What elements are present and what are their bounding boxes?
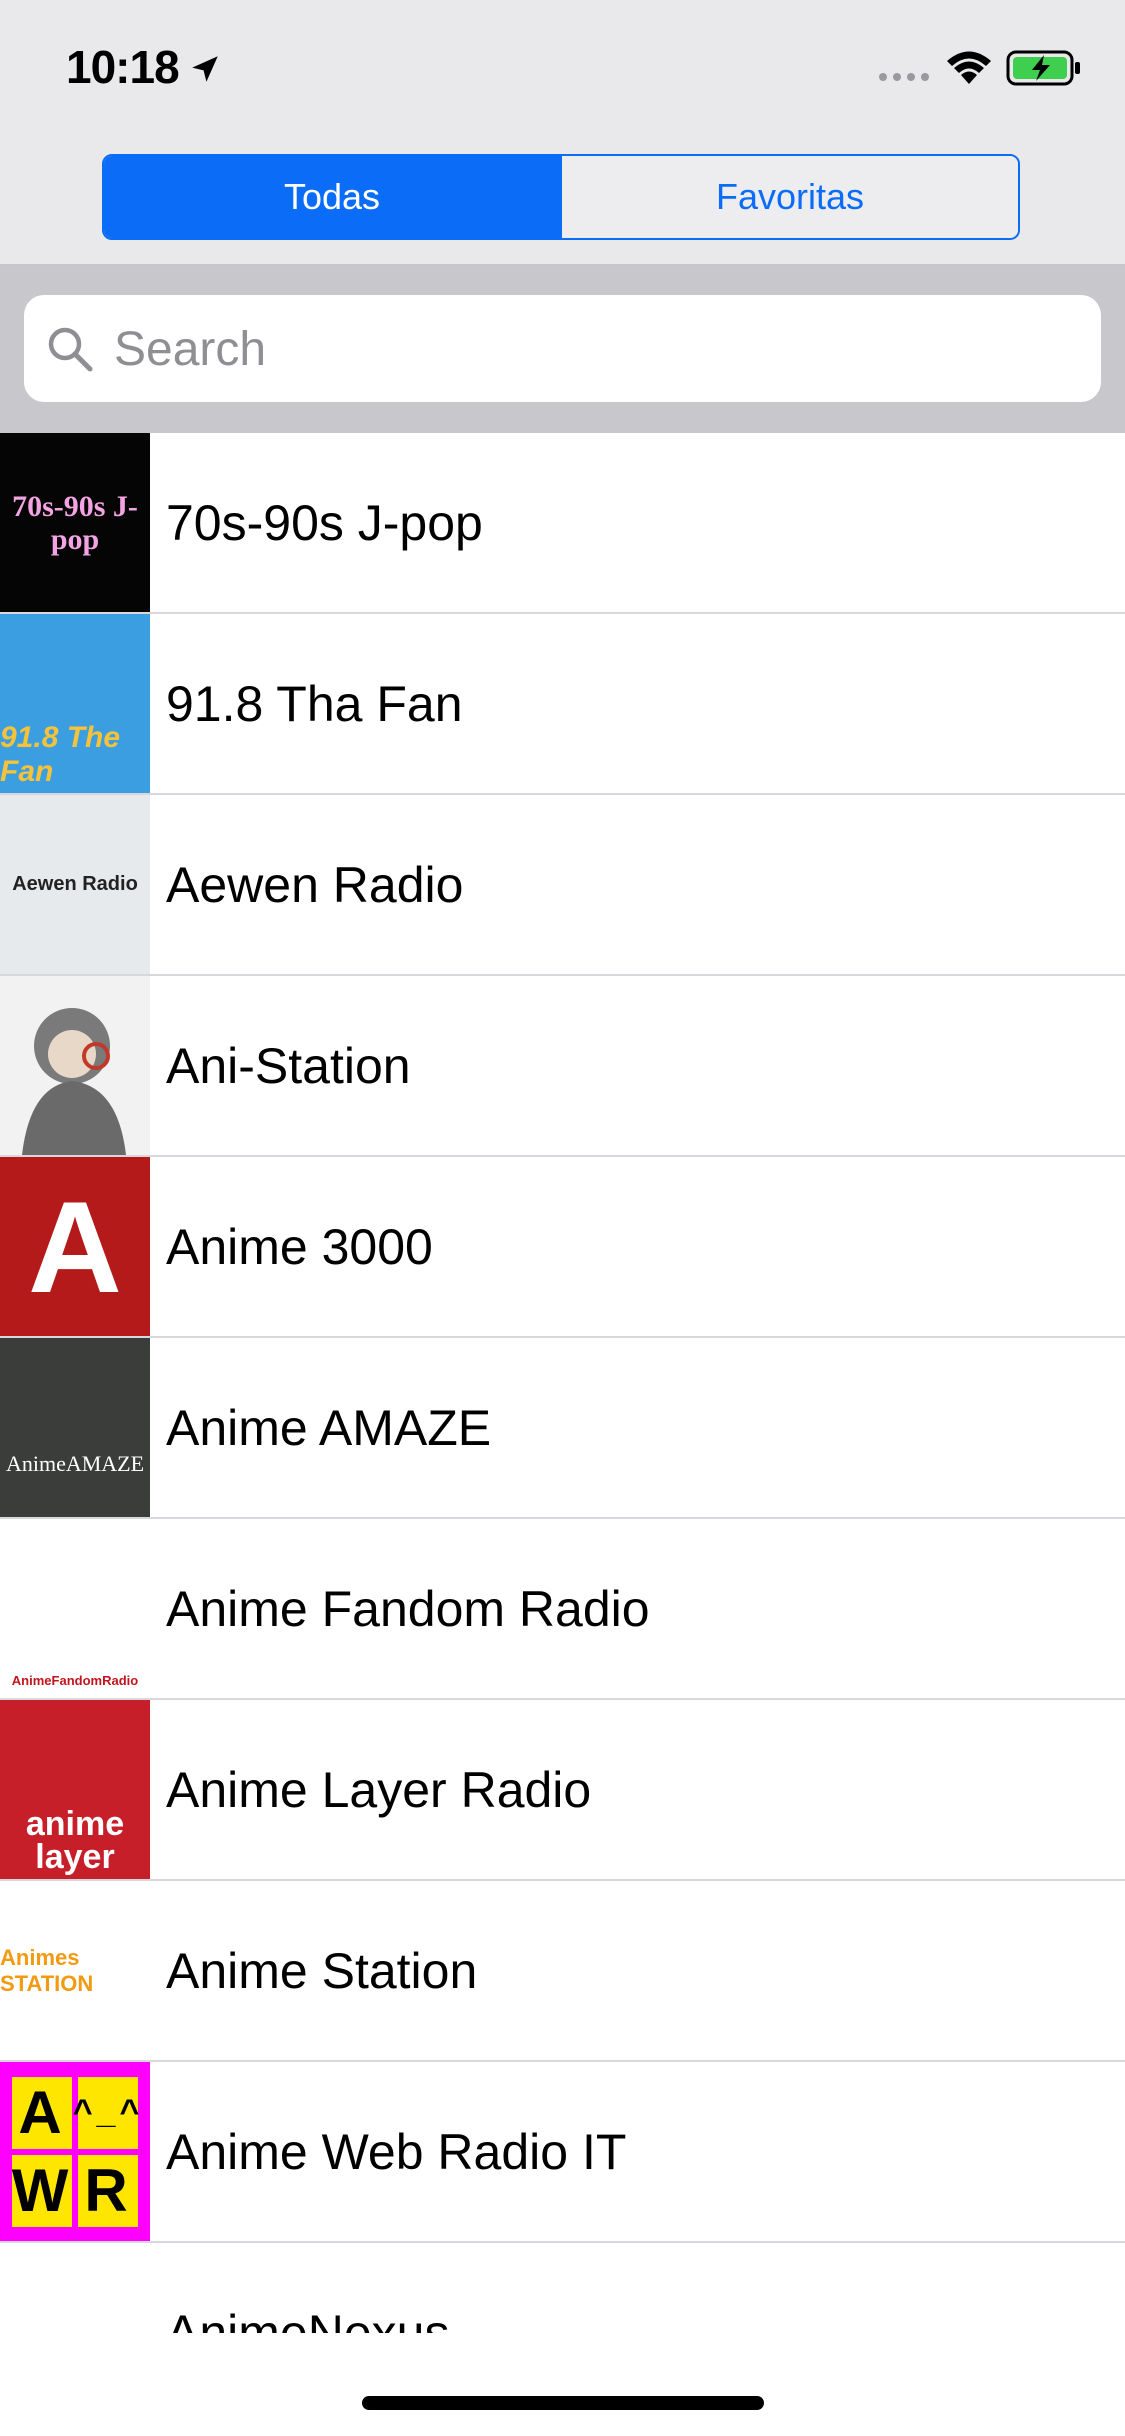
station-logo-text: anime layer bbox=[25, 1805, 125, 1876]
station-logo: AnimeAMAZE bbox=[0, 1338, 150, 1517]
station-name: Ani-Station bbox=[166, 1037, 411, 1094]
station-name: Anime Station bbox=[166, 1942, 478, 1999]
station-row[interactable]: AnimeAMAZE Anime AMAZE bbox=[0, 1338, 1125, 1519]
station-name: Anime Fandom Radio bbox=[166, 1580, 650, 1637]
station-name: Aewen Radio bbox=[166, 856, 464, 913]
station-logo-text: Aewen Radio bbox=[12, 873, 138, 895]
station-logo: anime layer bbox=[0, 1700, 150, 1879]
segment-todas[interactable]: Todas bbox=[104, 156, 560, 238]
station-logo: Animes STATION bbox=[0, 1881, 150, 2060]
home-indicator[interactable] bbox=[362, 2396, 764, 2410]
search-input[interactable] bbox=[112, 315, 1016, 383]
station-name: Anime Layer Radio bbox=[166, 1761, 592, 1818]
station-name: Anime 3000 bbox=[166, 1218, 433, 1275]
station-row[interactable]: A Anime 3000 bbox=[0, 1157, 1125, 1338]
station-logo: AnimeFandomRadio bbox=[0, 1519, 150, 1698]
station-row[interactable]: 70s-90s J-pop 70s-90s J-pop bbox=[0, 433, 1125, 614]
station-logo-text: 70s-90s J-pop bbox=[12, 489, 138, 556]
station-logo: 91.8 The Fan bbox=[0, 614, 150, 793]
station-list: 70s-90s J-pop 70s-90s J-pop 91.8 The Fan 91… bbox=[0, 433, 1125, 2333]
battery-charging-icon bbox=[1006, 50, 1080, 86]
station-row[interactable]: anime layer Anime Layer Radio bbox=[0, 1700, 1125, 1881]
station-row[interactable]: Aewen Radio Aewen Radio bbox=[0, 795, 1125, 976]
station-logo-text: Animes STATION bbox=[0, 1944, 94, 1996]
station-logo: Aewen Radio bbox=[0, 795, 150, 974]
station-logo: 70s-90s J-pop bbox=[0, 433, 150, 612]
station-logo-text: A bbox=[28, 1173, 122, 1320]
segment-favoritas[interactable]: Favoritas bbox=[560, 156, 1018, 238]
search-bar bbox=[0, 265, 1125, 433]
search-icon bbox=[48, 327, 93, 372]
wifi-icon bbox=[947, 51, 991, 84]
segmented-control: Todas Favoritas bbox=[102, 154, 1020, 240]
station-logo: Nexus bbox=[0, 2243, 150, 2333]
station-logo-text: AnimeAMAZE bbox=[5, 1451, 145, 1476]
signal-icon bbox=[879, 73, 929, 81]
station-logo: A ^_^ W R bbox=[0, 2062, 150, 2241]
station-row[interactable]: AnimeFandomRadio Anime Fandom Radio bbox=[0, 1519, 1125, 1700]
station-row[interactable]: Nexus AnimeNexus bbox=[0, 2243, 1125, 2333]
station-logo: A bbox=[0, 1157, 150, 1336]
station-name: Anime AMAZE bbox=[166, 1399, 492, 1456]
station-name: AnimeNexus bbox=[166, 2304, 450, 2334]
station-name: Anime Web Radio IT bbox=[166, 2123, 627, 2180]
station-row[interactable]: Animes STATION Anime Station bbox=[0, 1881, 1125, 2062]
location-arrow-icon bbox=[192, 56, 218, 82]
segment-header: Todas Favoritas bbox=[0, 140, 1125, 265]
station-row[interactable]: 91.8 The Fan 91.8 Tha Fan bbox=[0, 614, 1125, 795]
station-logo-text: 91.8 The Fan bbox=[0, 721, 121, 788]
station-name: 91.8 Tha Fan bbox=[166, 675, 463, 732]
station-row[interactable]: A ^_^ W R Anime Web Radio IT bbox=[0, 2062, 1125, 2243]
search-field[interactable] bbox=[24, 295, 1101, 402]
station-name: 70s-90s J-pop bbox=[166, 494, 483, 551]
station-logo-text: AnimeFandomRadio bbox=[11, 1673, 139, 1688]
status-bar: 10:18 bbox=[0, 0, 1125, 140]
clock: 10:18 bbox=[66, 41, 180, 93]
station-logo bbox=[0, 976, 150, 1155]
station-row[interactable]: Ani-Station bbox=[0, 976, 1125, 1157]
